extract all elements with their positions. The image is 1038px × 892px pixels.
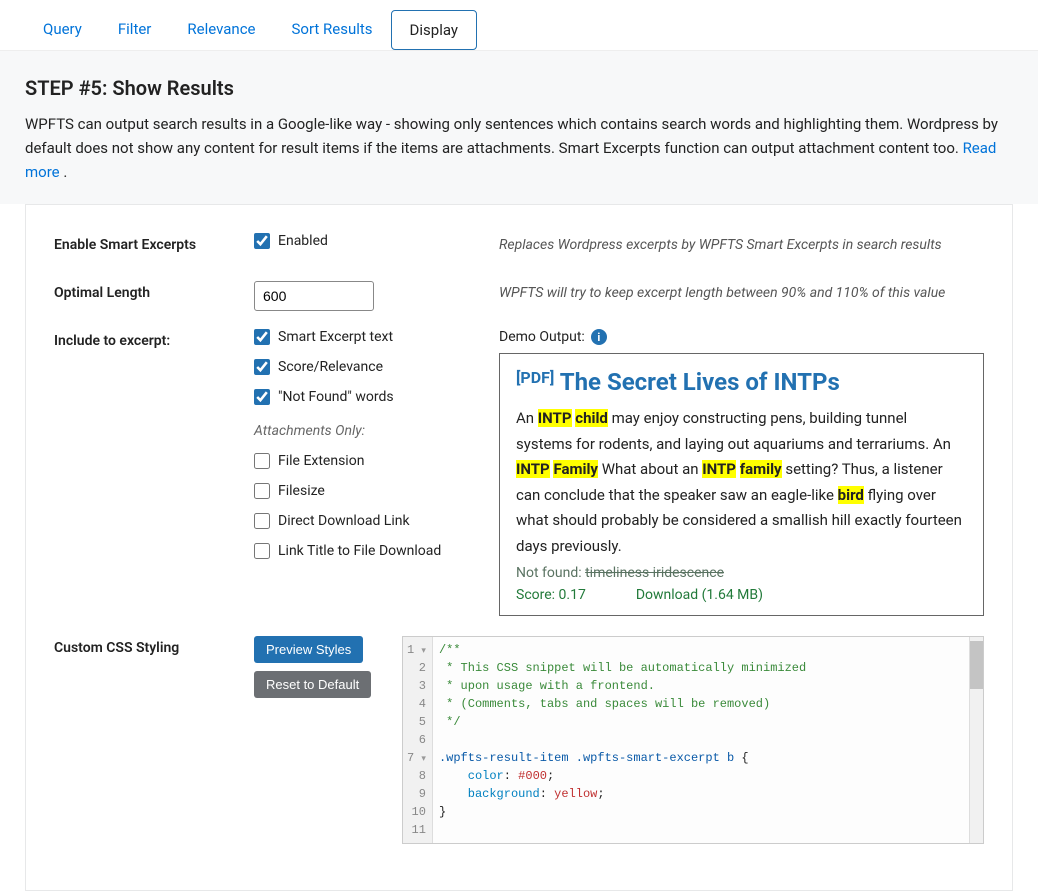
reset-default-button[interactable]: Reset to Default — [254, 671, 371, 698]
enable-checkbox[interactable] — [254, 233, 270, 249]
tab-relevance[interactable]: Relevance — [169, 10, 273, 50]
attach-file-extension[interactable]: File Extension — [254, 453, 499, 469]
demo-excerpt-text: An INTP child may enjoy constructing pen… — [516, 406, 967, 559]
tab-display[interactable]: Display — [391, 10, 477, 50]
demo-score: Score: 0.17 — [516, 587, 586, 603]
attach-filesize[interactable]: Filesize — [254, 483, 499, 499]
info-icon[interactable]: i — [591, 329, 607, 345]
demo-output-box: [PDF] The Secret Lives of INTPs An INTP … — [499, 353, 984, 616]
tab-query[interactable]: Query — [25, 10, 100, 50]
custom-css-label: Custom CSS Styling — [54, 636, 254, 656]
step-heading: STEP #5: Show Results — [25, 76, 1013, 100]
optimal-length-description: WPFTS will try to keep excerpt length be… — [499, 281, 984, 301]
tab-filter[interactable]: Filter — [100, 10, 170, 50]
include-score[interactable]: Score/Relevance — [254, 359, 499, 375]
attach-direct-download[interactable]: Direct Download Link — [254, 513, 499, 529]
demo-output-label: Demo Output: i — [499, 329, 984, 345]
enable-checkbox-row[interactable]: Enabled — [254, 233, 499, 249]
intro-section: STEP #5: Show Results WPFTS can output s… — [0, 51, 1038, 204]
demo-not-found: Not found: timeliness iridescence — [516, 565, 967, 581]
editor-code-area[interactable]: /** * This CSS snippet will be automatic… — [433, 637, 969, 843]
include-label: Include to excerpt: — [54, 329, 254, 573]
editor-scrollbar[interactable] — [969, 637, 983, 843]
enable-label: Enable Smart Excerpts — [54, 233, 254, 253]
enable-description: Replaces Wordpress excerpts by WPFTS Sma… — [499, 233, 984, 253]
attachments-only-heading: Attachments Only: — [254, 423, 499, 439]
include-smart-excerpt[interactable]: Smart Excerpt text — [254, 329, 499, 345]
optimal-length-label: Optimal Length — [54, 281, 254, 301]
include-not-found[interactable]: "Not Found" words — [254, 389, 499, 405]
attach-link-title[interactable]: Link Title to File Download — [254, 543, 499, 559]
demo-download-link[interactable]: Download (1.64 MB) — [636, 587, 763, 603]
demo-pdf-tag: [PDF] — [516, 368, 554, 387]
editor-gutter: 1 ▾234567 ▾891011 — [403, 637, 433, 843]
preview-styles-button[interactable]: Preview Styles — [254, 636, 363, 663]
step-description: WPFTS can output search results in a Goo… — [25, 112, 1013, 184]
optimal-length-input[interactable] — [254, 281, 374, 311]
demo-title-link[interactable]: The Secret Lives of INTPs — [560, 368, 840, 396]
tab-sort-results[interactable]: Sort Results — [274, 10, 391, 50]
tab-bar: Query Filter Relevance Sort Results Disp… — [0, 0, 1038, 51]
settings-panel: Enable Smart Excerpts Enabled Replaces W… — [25, 204, 1013, 891]
